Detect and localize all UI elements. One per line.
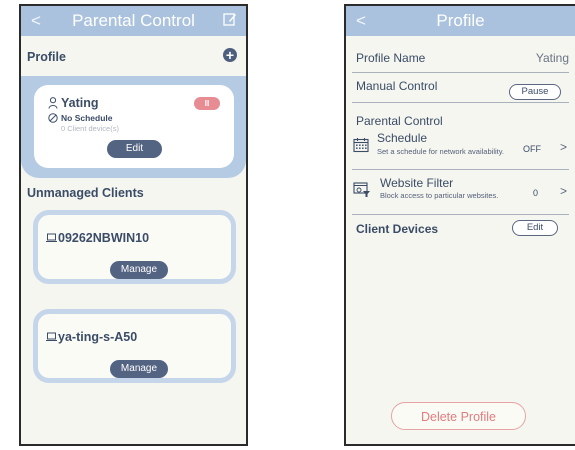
profile-section-label: Profile [27, 50, 66, 64]
pause-badge[interactable]: II [194, 97, 220, 110]
page-title: Parental Control [72, 11, 195, 30]
user-icon [48, 97, 58, 109]
unmanaged-clients-label: Unmanaged Clients [27, 186, 144, 200]
client-devices-label: Client Devices [356, 222, 439, 236]
laptop-icon [46, 332, 57, 341]
profile-screen: < Profile Profile Name Yating Manual Con… [344, 4, 575, 446]
website-filter-title: Website Filter [380, 176, 454, 190]
website-filter-icon [353, 182, 370, 197]
profile-name: Yating [61, 96, 99, 110]
calendar-icon [353, 138, 369, 153]
edit-clients-button[interactable]: Edit [512, 220, 558, 236]
schedule-status: OFF [523, 144, 541, 154]
divider [352, 102, 569, 103]
client-card: 09262NBWIN10 Manage [33, 210, 236, 284]
profile-card[interactable]: Yating II No Schedule 0 Client device(s)… [34, 85, 234, 168]
client-count: 0 Client device(s) [61, 124, 119, 133]
manual-control-label: Manual Control [356, 79, 438, 93]
parental-control-label: Parental Control [356, 114, 443, 128]
add-profile-button[interactable]: + [223, 48, 237, 62]
header: < Parental Control [21, 6, 246, 36]
page-title: Profile [436, 11, 485, 30]
edit-icon[interactable] [223, 12, 237, 26]
profile-name-label: Profile Name [356, 51, 426, 65]
laptop-icon [46, 233, 57, 242]
divider [352, 214, 569, 215]
website-filter-count: 0 [533, 188, 539, 198]
schedule-description: Set a schedule for network availability. [377, 147, 505, 156]
divider [352, 72, 569, 73]
parental-control-screen: < Parental Control Profile + Yating II N… [19, 4, 248, 446]
divider [352, 169, 569, 170]
back-button[interactable]: < [31, 11, 41, 31]
header: < Profile [346, 6, 575, 36]
chevron-right-icon: > [560, 140, 568, 154]
chevron-right-icon: > [560, 184, 568, 198]
delete-profile-button[interactable]: Delete Profile [391, 402, 526, 430]
edit-profile-button[interactable]: Edit [107, 140, 162, 158]
pause-button[interactable]: Pause [509, 84, 561, 100]
client-card: ya-ting-s-A50 Manage [33, 309, 236, 383]
schedule-status: No Schedule [61, 113, 113, 123]
no-schedule-icon [48, 113, 58, 123]
schedule-title: Schedule [377, 131, 428, 145]
client-name: ya-ting-s-A50 [58, 330, 138, 344]
back-button[interactable]: < [356, 11, 366, 31]
manage-button[interactable]: Manage [110, 261, 168, 279]
profile-name-value[interactable]: Yating [536, 51, 569, 65]
manage-button[interactable]: Manage [110, 360, 168, 378]
website-filter-description: Block access to particular websites. [380, 191, 499, 200]
client-name: 09262NBWIN10 [58, 231, 150, 245]
